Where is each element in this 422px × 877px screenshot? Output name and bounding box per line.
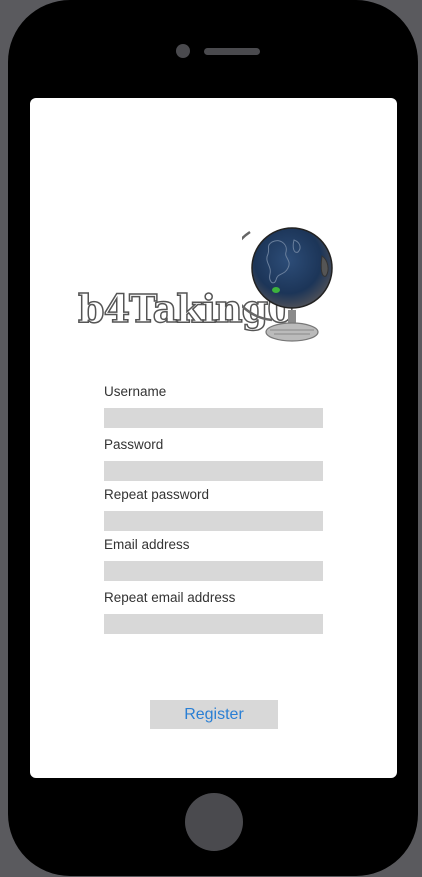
username-label: Username	[104, 384, 167, 399]
username-field-group: Username	[104, 384, 326, 428]
camera-icon	[176, 44, 190, 58]
password-input[interactable]	[104, 461, 323, 481]
password-field-group: Password	[104, 437, 326, 481]
email-input[interactable]	[104, 561, 323, 581]
app-screen: b4Taking0 Username Password Repeat passw…	[30, 98, 397, 778]
register-button[interactable]: Register	[150, 700, 278, 729]
speaker-icon	[204, 48, 260, 55]
email-field-group: Email address	[104, 537, 326, 581]
password-label: Password	[104, 437, 164, 452]
email-label: Email address	[104, 537, 190, 552]
username-input[interactable]	[104, 408, 323, 428]
repeat-password-input[interactable]	[104, 511, 323, 531]
phone-frame: b4Taking0 Username Password Repeat passw…	[8, 0, 418, 876]
repeat-email-input[interactable]	[104, 614, 323, 634]
repeat-password-field-group: Repeat password	[104, 487, 326, 531]
repeat-password-label: Repeat password	[104, 487, 210, 502]
repeat-email-label: Repeat email address	[104, 590, 236, 605]
app-logo: b4Taking0	[77, 220, 338, 350]
repeat-email-field-group: Repeat email address	[104, 590, 326, 634]
home-button[interactable]	[185, 793, 243, 851]
globe-icon	[242, 227, 333, 342]
